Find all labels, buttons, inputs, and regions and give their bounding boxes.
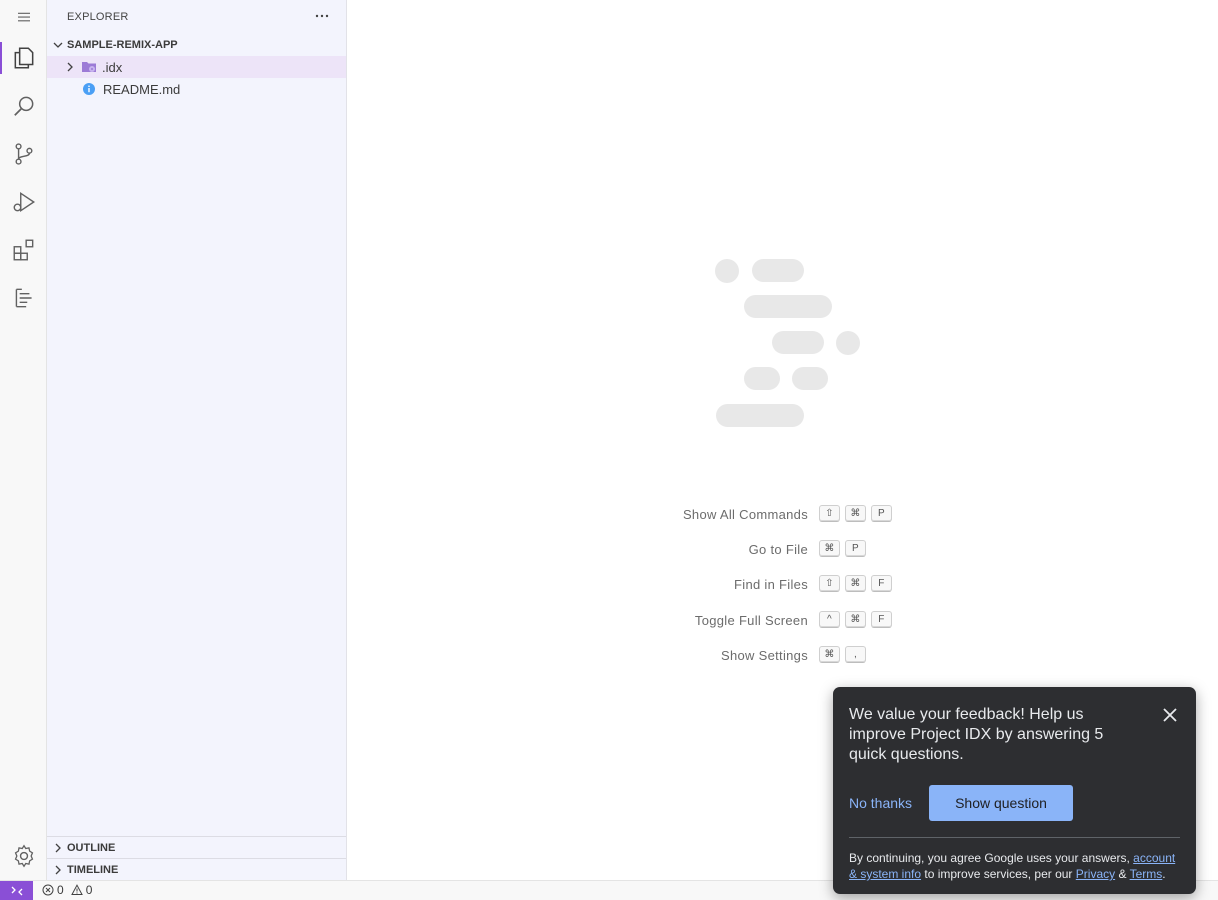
legal-middle: to improve services, per our xyxy=(924,867,1073,881)
sidebar-title: EXPLORER xyxy=(67,11,129,23)
gear-icon xyxy=(14,844,33,868)
key-cap: F xyxy=(871,611,892,628)
activity-explorer[interactable] xyxy=(0,34,47,82)
shortcut-find-in-files: Find in Files ⇧ ⌘ F xyxy=(348,575,1218,595)
key-cap: P xyxy=(871,505,892,522)
ellipsis-icon xyxy=(315,14,329,18)
run-debug-icon xyxy=(13,192,35,212)
outline-section-header[interactable]: OUTLINE xyxy=(47,836,346,858)
chevron-right-icon xyxy=(67,62,73,72)
close-toast-button[interactable] xyxy=(1160,705,1180,725)
timeline-section-header[interactable]: TIMELINE xyxy=(47,858,346,880)
more-actions-button[interactable] xyxy=(312,6,332,26)
info-icon xyxy=(83,83,95,95)
shortcut-label: Find in Files xyxy=(734,577,808,592)
menu-button[interactable] xyxy=(0,0,47,34)
remote-indicator-button[interactable] xyxy=(0,881,33,900)
key-cap: ^ xyxy=(819,611,840,628)
key-cap: ⇧ xyxy=(819,575,840,592)
key-cap: , xyxy=(845,646,866,663)
key-cap: ⇧ xyxy=(819,505,840,522)
project-name: SAMPLE-REMIX-APP xyxy=(67,39,178,51)
warning-count: 0 xyxy=(85,883,93,897)
outline-label: OUTLINE xyxy=(67,841,116,854)
feedback-toast: We value your feedback! Help us improve … xyxy=(833,687,1196,894)
tree-item-label: .idx xyxy=(102,59,123,75)
close-icon xyxy=(1163,708,1177,722)
remote-icon xyxy=(11,886,22,896)
toast-divider xyxy=(849,837,1180,838)
shortcut-toggle-full-screen: Toggle Full Screen ^ ⌘ F xyxy=(348,611,1218,631)
shortcut-label: Go to File xyxy=(748,542,808,557)
key-cap: ⌘ xyxy=(845,505,866,522)
activity-extensions[interactable] xyxy=(0,226,47,274)
search-icon xyxy=(13,96,33,116)
key-cap: F xyxy=(871,575,892,592)
legal-amp: & xyxy=(1118,867,1127,881)
tree-item-label: README.md xyxy=(103,81,181,97)
warning-icon xyxy=(70,884,83,895)
shortcut-label: Toggle Full Screen xyxy=(694,613,808,628)
ide-window: EXPLORER SAMPLE-REMIX-APP .idx README.md… xyxy=(0,0,1218,900)
error-count: 0 xyxy=(57,883,64,897)
legal-prefix: By continuing, you agree Google uses you… xyxy=(849,851,1130,865)
no-thanks-button[interactable]: No thanks xyxy=(849,795,912,811)
key-cap: ⌘ xyxy=(845,575,866,592)
activity-source-control[interactable] xyxy=(0,130,47,178)
extensions-icon xyxy=(13,239,33,261)
explorer-sidebar: EXPLORER SAMPLE-REMIX-APP .idx README.md… xyxy=(47,0,347,880)
key-cap: P xyxy=(845,540,866,557)
shortcut-label: Show Settings xyxy=(720,648,808,663)
feedback-message: We value your feedback! Help us improve … xyxy=(849,706,1104,763)
project-section-header[interactable]: SAMPLE-REMIX-APP xyxy=(47,34,346,56)
key-cap: ⌘ xyxy=(819,646,840,663)
shortcut-show-settings: Show Settings ⌘ , xyxy=(348,646,1218,666)
legal-text: By continuing, you agree Google uses you… xyxy=(849,850,1184,882)
timeline-label: TIMELINE xyxy=(67,863,119,876)
chevron-right-icon xyxy=(55,843,61,852)
terms-link[interactable]: Terms xyxy=(1130,867,1163,881)
explorer-icon xyxy=(14,47,33,69)
activity-outline-list[interactable] xyxy=(0,274,47,322)
privacy-link[interactable]: Privacy xyxy=(1076,867,1115,881)
shortcut-label: Show All Commands xyxy=(682,507,808,522)
source-control-icon xyxy=(14,143,33,165)
shortcut-show-all-commands: Show All Commands ⇧ ⌘ P xyxy=(348,505,1218,525)
key-cap: ⌘ xyxy=(819,540,840,557)
tree-item-idx-folder[interactable]: .idx xyxy=(47,56,346,78)
legal-suffix: . xyxy=(1162,867,1166,881)
show-question-button[interactable]: Show question xyxy=(929,785,1073,821)
shortcut-go-to-file: Go to File ⌘ P xyxy=(348,540,1218,560)
hamburger-menu-icon xyxy=(17,12,30,22)
activity-run-debug[interactable] xyxy=(0,178,47,226)
activity-settings[interactable] xyxy=(0,832,47,880)
chevron-right-icon xyxy=(55,865,61,874)
error-icon xyxy=(42,884,54,896)
activity-bar xyxy=(0,0,47,880)
tree-item-readme-file[interactable]: README.md xyxy=(47,78,346,100)
outline-list-icon xyxy=(15,288,32,308)
chevron-down-icon xyxy=(53,42,63,48)
problems-indicator[interactable]: 0 0 xyxy=(42,883,92,897)
folder-config-icon xyxy=(82,62,96,72)
activity-search[interactable] xyxy=(0,82,47,130)
key-cap: ⌘ xyxy=(845,611,866,628)
